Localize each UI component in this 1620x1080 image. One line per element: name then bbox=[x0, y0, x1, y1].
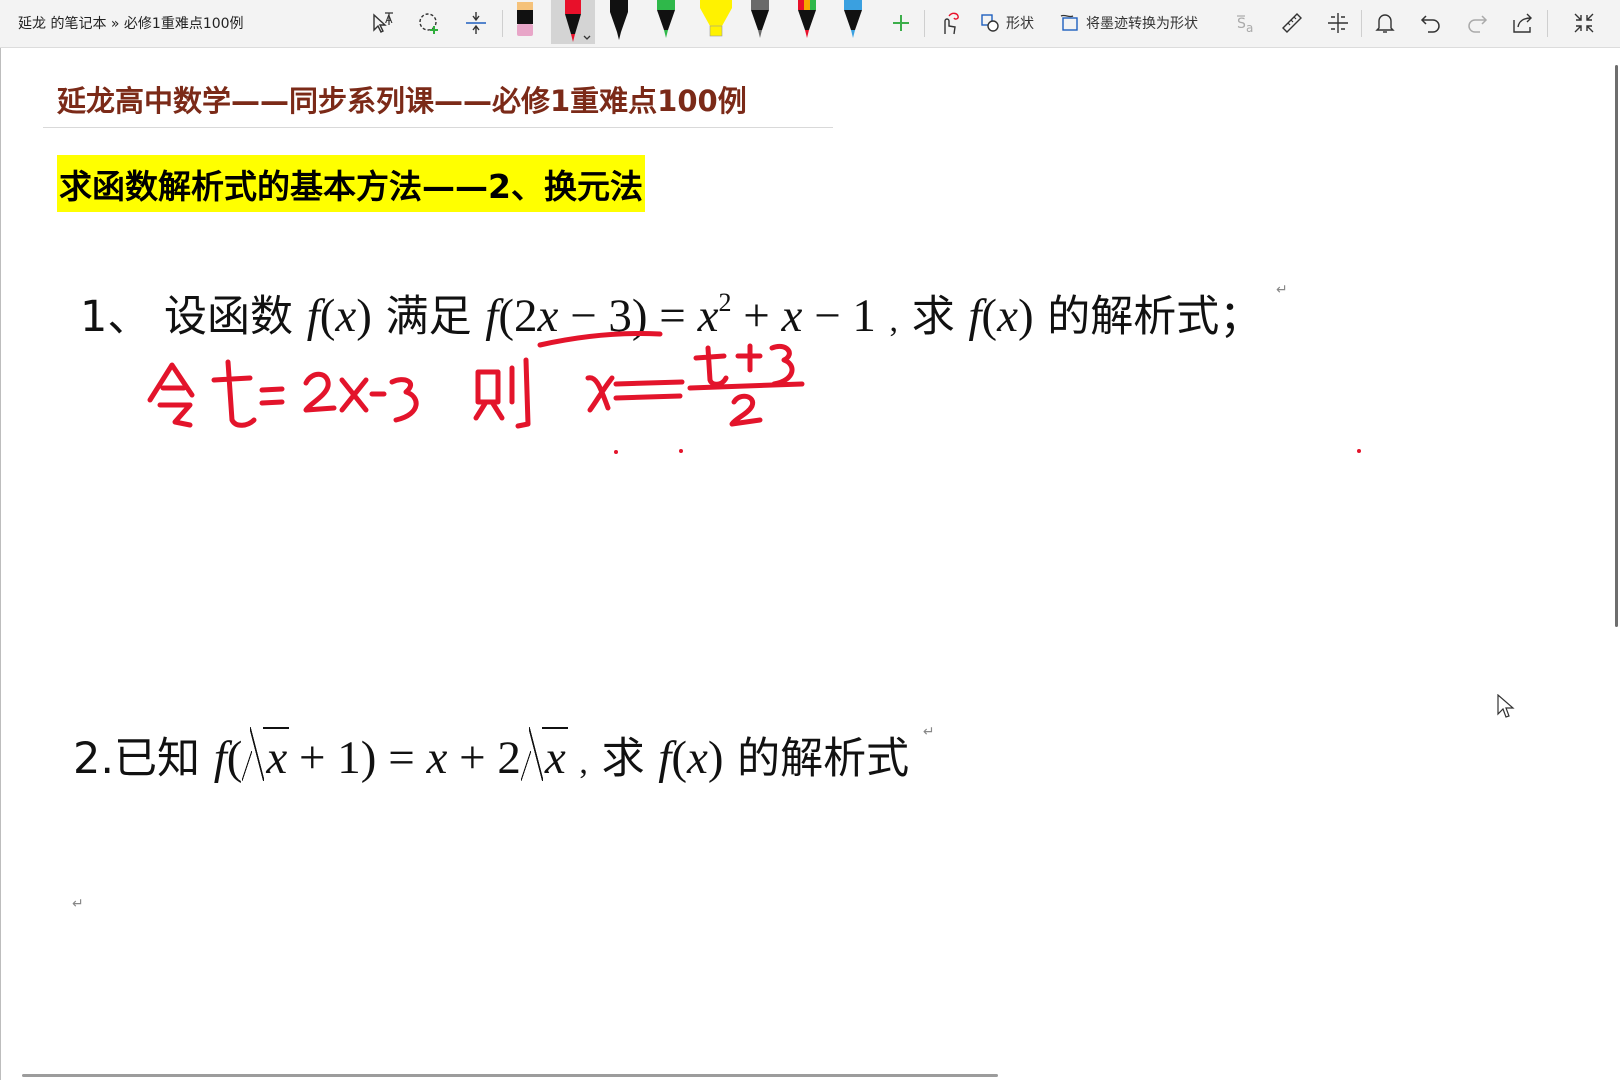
mouse-cursor-icon bbox=[1497, 694, 1515, 718]
ink-fraction-numerator bbox=[693, 343, 795, 387]
ink-fraction-bar bbox=[687, 381, 805, 391]
ink-underline bbox=[537, 330, 663, 348]
ink-ling-char bbox=[147, 362, 195, 428]
ink-ze-char bbox=[473, 357, 531, 429]
horizontal-scrollbar[interactable] bbox=[22, 1074, 998, 1077]
ink-2x-3 bbox=[303, 371, 419, 423]
ink-fraction-denominator bbox=[729, 393, 763, 427]
vertical-scrollbar[interactable] bbox=[1615, 65, 1618, 627]
ink-equals bbox=[259, 386, 285, 406]
handwritten-ink-layer bbox=[147, 330, 1361, 454]
ink-t bbox=[211, 359, 257, 428]
ink-x bbox=[585, 375, 615, 413]
ink-equals-2 bbox=[613, 379, 685, 401]
